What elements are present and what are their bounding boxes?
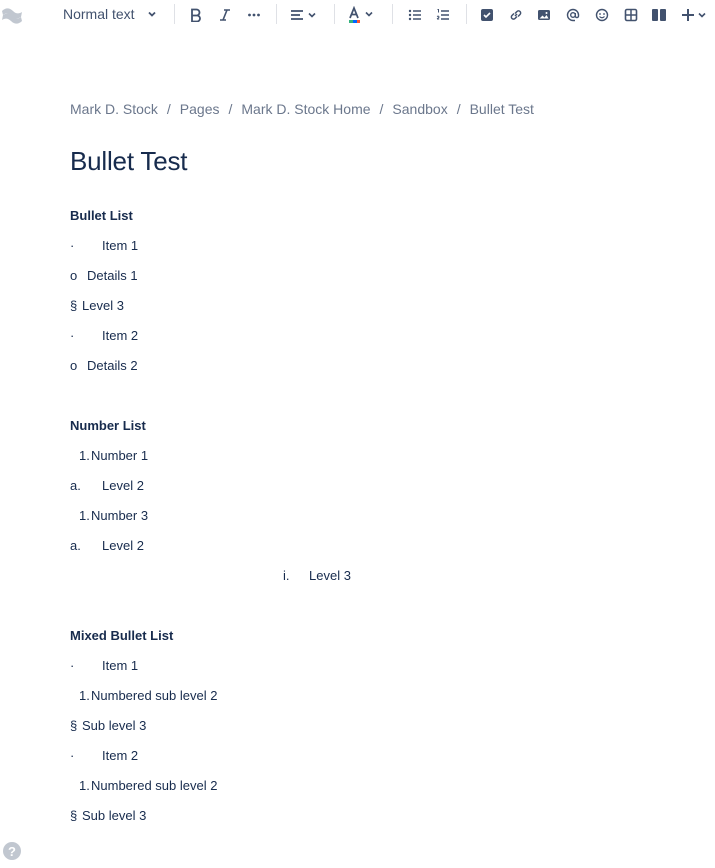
list-item-text: Level 3: [309, 568, 351, 583]
list-marker: i.: [283, 568, 290, 583]
list-item: i. Level 3: [283, 568, 351, 583]
list-item-text: Sub level 3: [82, 808, 147, 823]
list-item-text: Item 2: [102, 328, 139, 343]
list-item-text: Details 1: [87, 268, 138, 283]
list-item: o Details 1: [70, 268, 138, 283]
list-item-text: Number 1: [91, 448, 149, 463]
insert-icon[interactable]: [680, 6, 710, 24]
page-title[interactable]: Bullet Test: [70, 146, 187, 177]
list-marker: ·: [70, 328, 75, 343]
editor-toolbar: Normal text: [0, 0, 715, 30]
list-item: o Details 2: [70, 358, 138, 373]
list-item-text: Item 1: [102, 658, 139, 673]
list-item: § Sub level 3: [70, 808, 146, 823]
list-item-text: Details 2: [87, 358, 138, 373]
help-glyph: ?: [8, 843, 16, 859]
list-marker: o: [70, 358, 78, 373]
list-marker: §: [70, 298, 78, 313]
list-item-text: Numbered sub level 2: [91, 778, 218, 793]
section-heading-number-list: Number List: [70, 418, 146, 433]
list-item: a. Level 2: [70, 478, 144, 493]
toolbar-divider: [466, 4, 467, 24]
bullet-list-icon[interactable]: [406, 6, 424, 24]
list-item: 1.Number 3: [79, 508, 148, 523]
breadcrumb-item-sandbox[interactable]: Sandbox: [392, 101, 447, 117]
emoji-icon[interactable]: [593, 6, 611, 24]
table-icon[interactable]: [622, 6, 640, 24]
breadcrumb-separator: /: [456, 101, 461, 117]
list-item-text: Sub level 3: [82, 718, 147, 733]
list-item: 1.Number 1: [79, 448, 148, 463]
list-marker: 1.: [79, 508, 90, 523]
text-style-label: Normal text: [63, 6, 135, 22]
breadcrumb-separator: /: [228, 101, 233, 117]
list-item: · Item 1: [70, 238, 138, 253]
layouts-icon[interactable]: [650, 6, 668, 24]
list-item: 1.Numbered sub level 2: [79, 688, 217, 703]
chevron-down-icon: [147, 9, 157, 19]
list-item-text: Level 3: [82, 298, 124, 313]
list-marker: o: [70, 268, 78, 283]
confluence-logo-icon[interactable]: [0, 4, 24, 28]
list-marker: ·: [70, 238, 75, 253]
list-item: § Sub level 3: [70, 718, 146, 733]
breadcrumb-item-home[interactable]: Mark D. Stock Home: [241, 101, 370, 117]
italic-icon[interactable]: [216, 6, 234, 24]
text-style-dropdown[interactable]: Normal text: [57, 3, 163, 25]
list-marker: 1.: [79, 448, 90, 463]
list-marker: a.: [70, 538, 81, 553]
list-marker: 1.: [79, 778, 90, 793]
breadcrumb: Mark D. Stock / Pages / Mark D. Stock Ho…: [70, 101, 534, 117]
toolbar-divider: [334, 4, 335, 24]
toolbar-divider: [392, 4, 393, 24]
list-marker: ·: [70, 658, 75, 673]
list-marker: ·: [70, 748, 75, 763]
list-item-text: Number 3: [91, 508, 149, 523]
action-item-icon[interactable]: [478, 6, 496, 24]
list-marker: 1.: [79, 688, 90, 703]
list-item-text: Level 2: [102, 478, 144, 493]
list-item: · Item 2: [70, 328, 138, 343]
more-formatting-icon[interactable]: [245, 6, 263, 24]
breadcrumb-item-current[interactable]: Bullet Test: [470, 101, 534, 117]
link-icon[interactable]: [507, 6, 525, 24]
list-marker: §: [70, 808, 78, 823]
breadcrumb-item-space-owner[interactable]: Mark D. Stock: [70, 101, 158, 117]
image-icon[interactable]: [535, 6, 553, 24]
list-marker: §: [70, 718, 78, 733]
breadcrumb-item-pages[interactable]: Pages: [180, 101, 220, 117]
text-color-icon[interactable]: [348, 5, 376, 25]
list-item: · Item 2: [70, 748, 138, 763]
bold-icon[interactable]: [187, 6, 205, 24]
list-marker: a.: [70, 478, 81, 493]
list-item-text: Item 2: [102, 748, 139, 763]
breadcrumb-separator: /: [379, 101, 384, 117]
list-item: · Item 1: [70, 658, 138, 673]
breadcrumb-separator: /: [166, 101, 171, 117]
toolbar-divider: [174, 4, 175, 24]
list-item: § Level 3: [70, 298, 124, 313]
help-icon[interactable]: ?: [3, 842, 21, 860]
section-heading-mixed-list: Mixed Bullet List: [70, 628, 174, 643]
list-item-text: Numbered sub level 2: [91, 688, 218, 703]
numbered-list-icon[interactable]: [434, 6, 452, 24]
mention-icon[interactable]: [564, 6, 582, 24]
list-item-text: Item 1: [102, 238, 139, 253]
list-item: 1.Numbered sub level 2: [79, 778, 217, 793]
list-item: a. Level 2: [70, 538, 144, 553]
align-icon[interactable]: [290, 6, 318, 24]
list-item-text: Level 2: [102, 538, 144, 553]
toolbar-divider: [276, 4, 277, 24]
section-heading-bullet-list: Bullet List: [70, 208, 133, 223]
